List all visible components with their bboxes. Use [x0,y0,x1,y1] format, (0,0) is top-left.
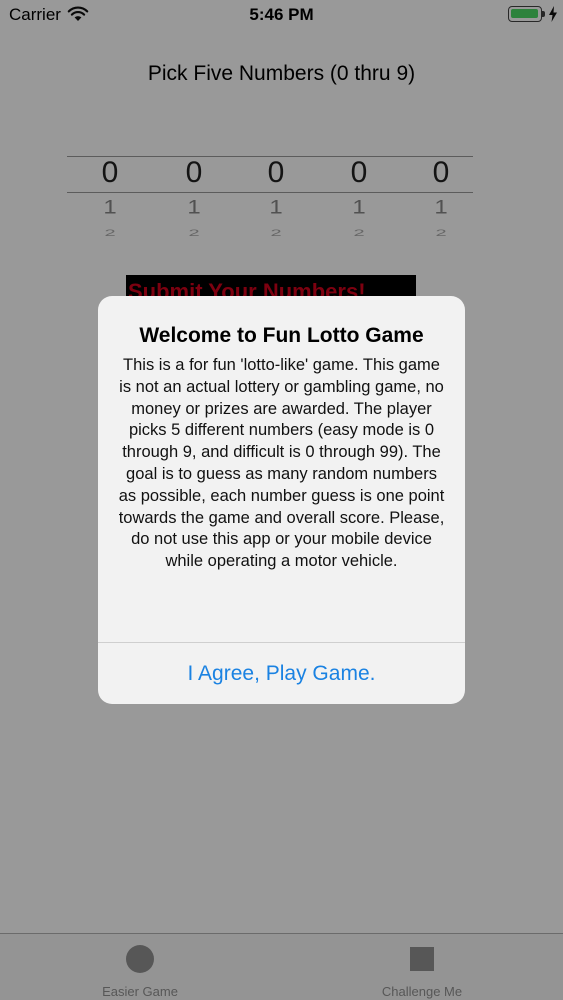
alert-title: Welcome to Fun Lotto Game [139,324,424,347]
agree-play-button[interactable]: I Agree, Play Game. [98,643,465,704]
welcome-alert: Welcome to Fun Lotto Game This is a for … [98,296,465,704]
alert-message: This is a for fun 'lotto-like' game. Thi… [118,356,445,571]
